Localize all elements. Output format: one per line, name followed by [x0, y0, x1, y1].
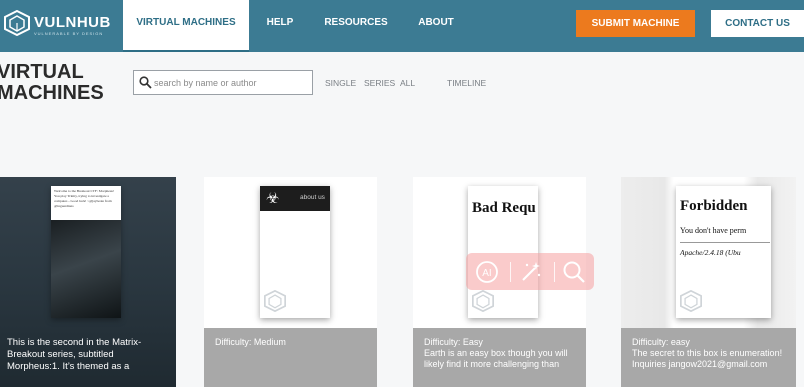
machine-thumbnail: ☣ about us [260, 186, 330, 318]
submit-machine-button[interactable]: SUBMIT MACHINE [576, 10, 695, 37]
vulnhub-watermark-icon [264, 290, 286, 312]
contact-us-button[interactable]: CONTACT US [711, 10, 804, 37]
machine-card[interactable]: ☣ about us Difficulty: Medium [204, 177, 377, 387]
search-input[interactable] [154, 71, 310, 94]
machine-card-matrix-breakout[interactable]: Welcome to the Breakout CTF: Morpheus! Y… [0, 177, 176, 387]
tab-resources[interactable]: RESOURCES [320, 0, 392, 52]
vulnhub-logo[interactable]: VULNHUB VULNERABLE BY DESIGN [0, 0, 123, 52]
thumbnail-text-line1: You don't have perm [680, 226, 747, 235]
search-icon[interactable] [561, 259, 587, 285]
vulnhub-watermark-icon [680, 290, 702, 312]
thumbnail-heading: Forbidden [680, 198, 748, 214]
difficulty-label: Difficulty: Easy [424, 337, 483, 347]
vulnhub-watermark-icon [472, 290, 494, 312]
logo-cube-icon [4, 10, 30, 36]
thumbnail-text-line2: Apache/2.4.18 (Ubu [680, 248, 741, 257]
thumbnail-header-text: about us [300, 194, 325, 201]
card-info: Difficulty: Easy Earth is an easy box th… [413, 328, 586, 387]
thumbnail-heading: Bad Requ [472, 200, 536, 216]
tab-virtual-machines[interactable]: VIRTUAL MACHINES [123, 0, 249, 52]
page-title-line2: MACHINES [0, 82, 104, 104]
magic-wand-icon[interactable] [518, 259, 544, 285]
card-info: Difficulty: Medium [204, 328, 377, 387]
filter-all[interactable]: ALL [400, 78, 415, 88]
toolbar-divider [510, 262, 511, 282]
machine-thumbnail: Welcome to the Breakout CTF: Morpheus! Y… [51, 186, 121, 318]
tab-help[interactable]: HELP [259, 0, 301, 52]
difficulty-label: Difficulty: easy [632, 337, 690, 347]
logo-wordmark: VULNHUB [34, 14, 111, 31]
page-title: VIRTUAL MACHINES [0, 62, 107, 104]
machine-description: Earth is an easy box though you will lik… [424, 348, 568, 369]
machine-card-jangow[interactable]: Forbidden You don't have perm Apache/2.4… [621, 177, 796, 387]
filter-timeline[interactable]: TIMELINE [447, 78, 486, 88]
floating-toolbar: AI [466, 253, 594, 290]
machine-description: This is the second in the Matrix-Breakou… [7, 337, 142, 372]
machine-thumbnail: Bad Requ [468, 186, 538, 318]
page-title-line1: VIRTUAL [0, 61, 84, 83]
ai-icon[interactable]: AI [474, 259, 500, 285]
thumbnail-header-bar: ☣ about us [260, 186, 330, 211]
tab-about[interactable]: ABOUT [410, 0, 462, 52]
thumbnail-photo [51, 220, 121, 318]
biohazard-icon: ☣ [266, 190, 280, 207]
logo-tagline: VULNERABLE BY DESIGN [34, 31, 104, 36]
card-info: Difficulty: easy The secret to this box … [621, 328, 796, 387]
top-nav: VULNHUB VULNERABLE BY DESIGN VIRTUAL MAC… [0, 0, 804, 52]
filter-series[interactable]: SERIES [364, 78, 395, 88]
search-icon [139, 76, 152, 89]
search-box[interactable] [133, 70, 313, 95]
thumbnail-divider [680, 242, 770, 243]
thumbnail-text: Welcome to the Breakout CTF: Morpheus! Y… [54, 189, 115, 208]
filter-single[interactable]: SINGLE [325, 78, 356, 88]
toolbar-divider [554, 262, 555, 282]
difficulty-label: Difficulty: Medium [215, 337, 286, 347]
machine-thumbnail: Forbidden You don't have perm Apache/2.4… [676, 186, 771, 318]
machine-description: The secret to this box is enumeration! I… [632, 348, 783, 369]
svg-text:AI: AI [482, 268, 491, 279]
